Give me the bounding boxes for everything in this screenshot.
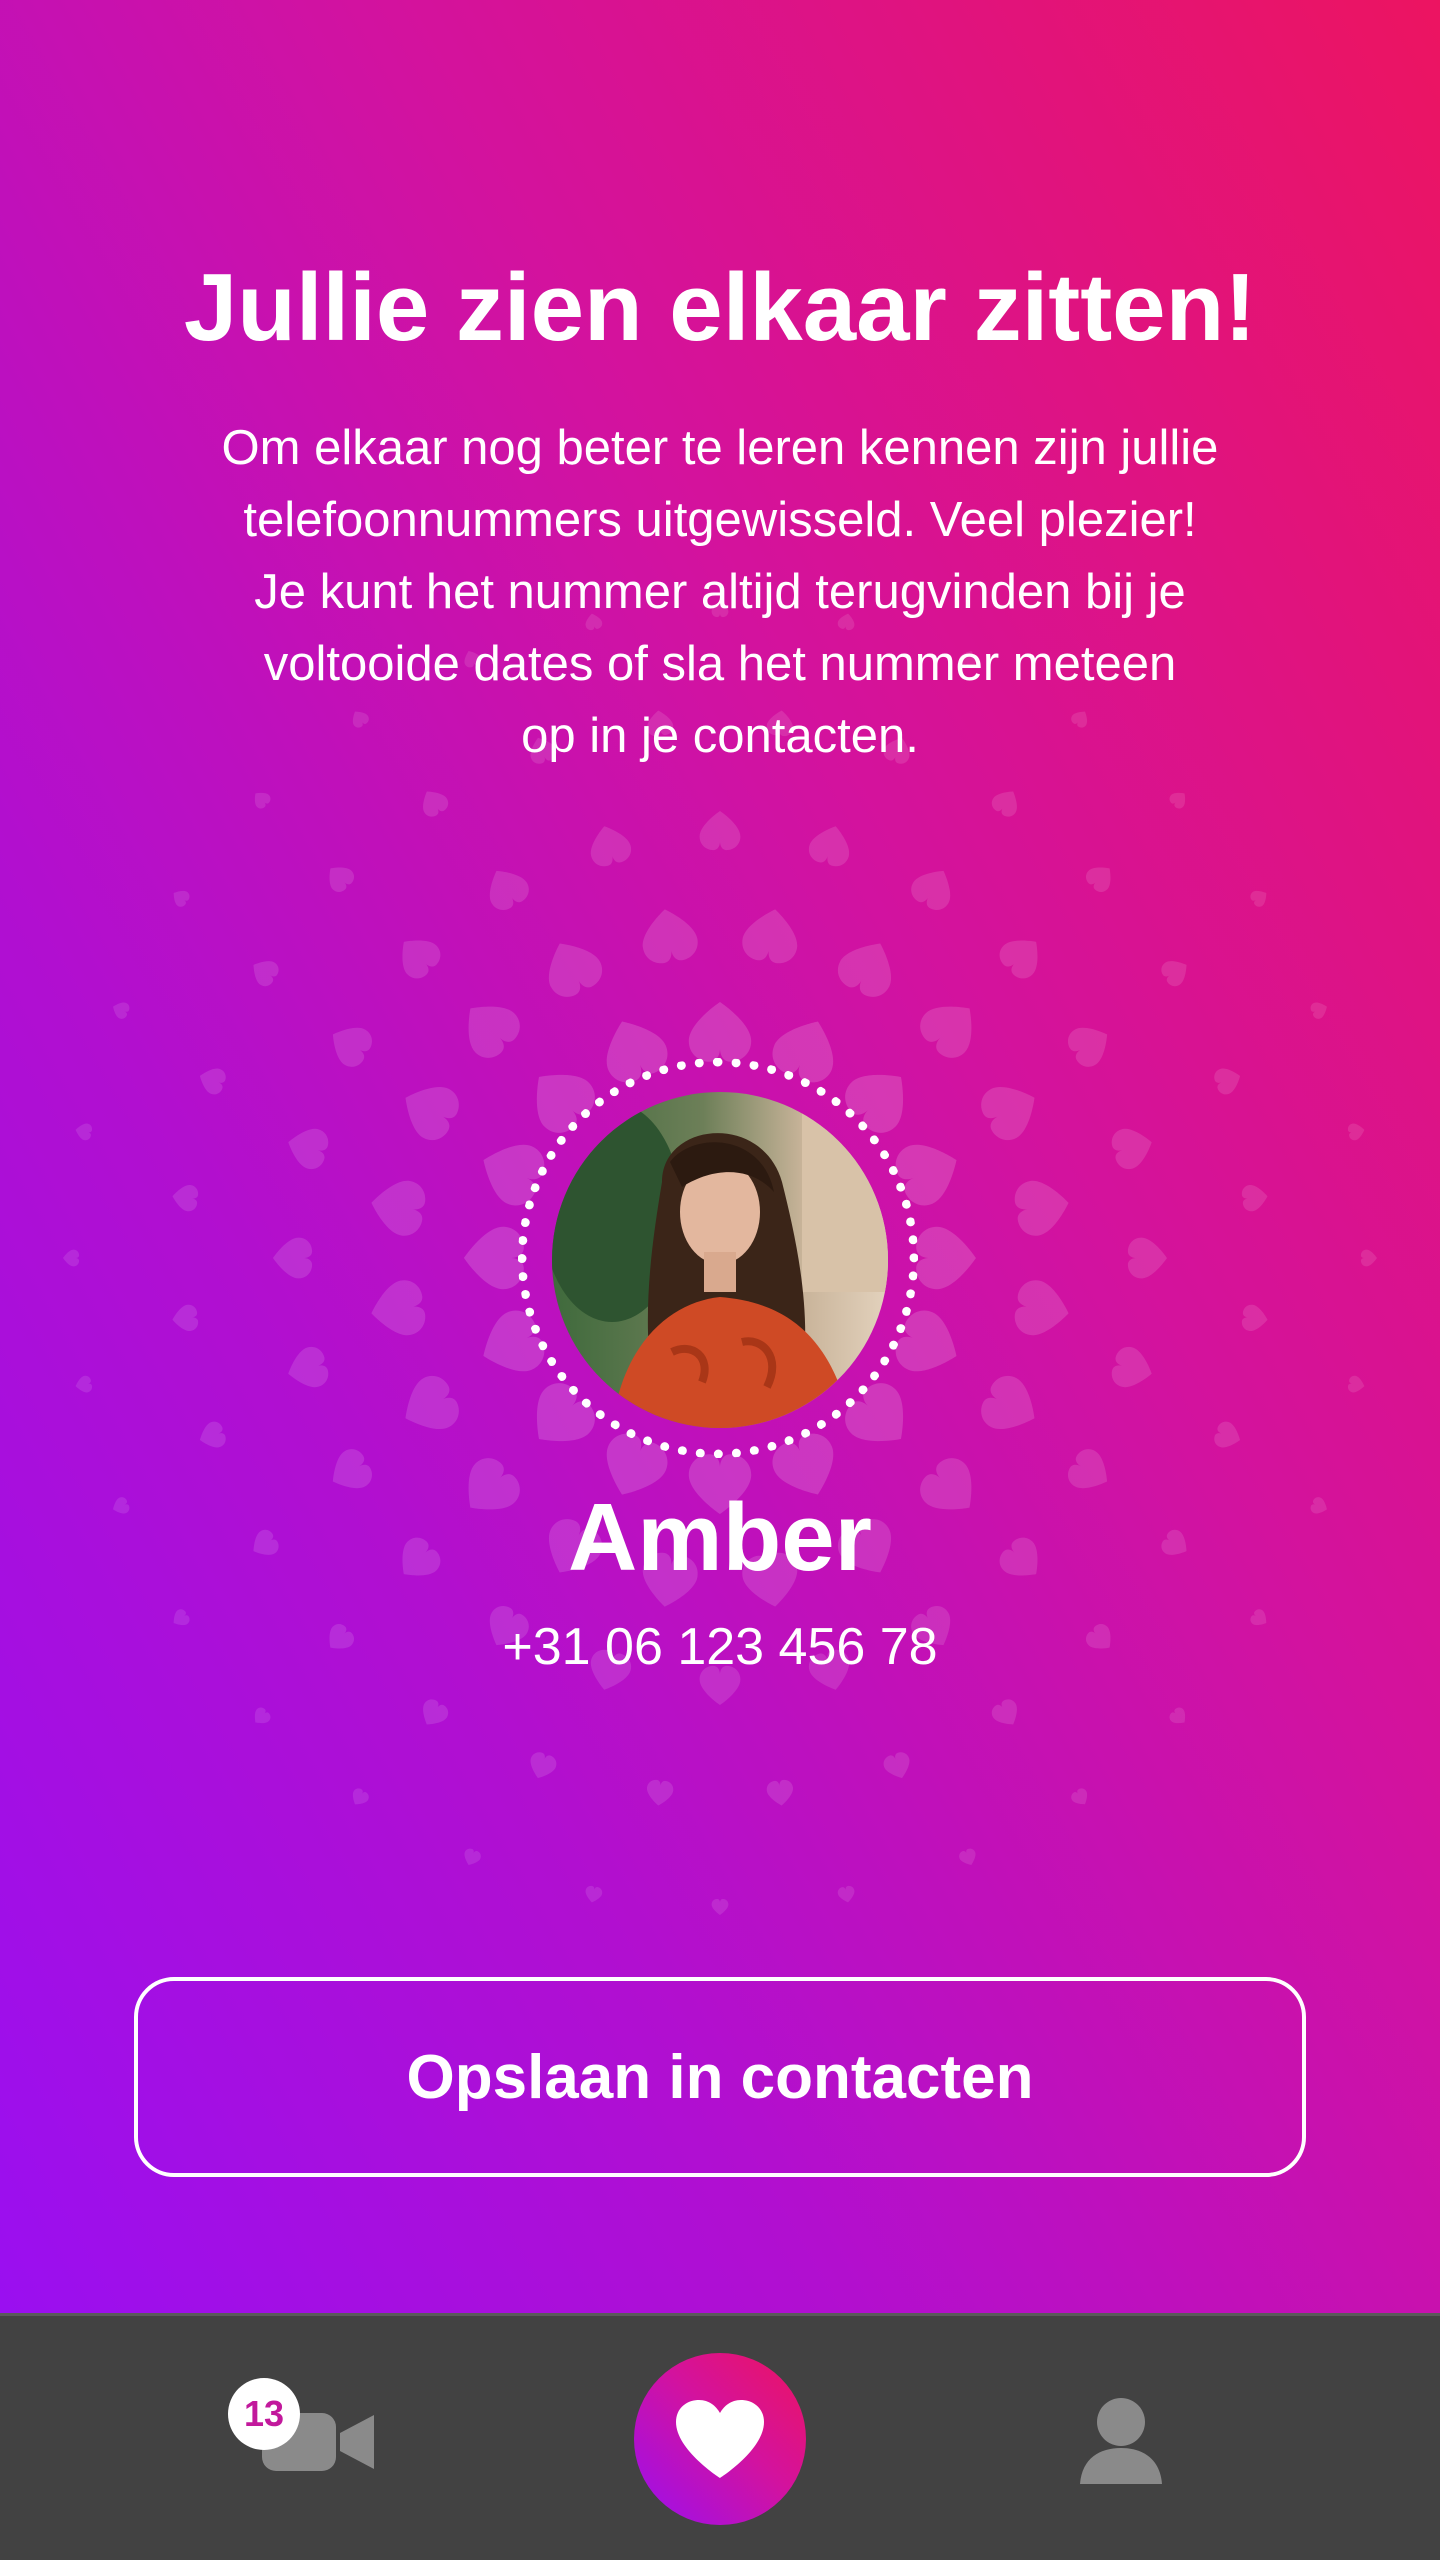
decorative-heart <box>199 1421 226 1448</box>
decorative-heart <box>489 870 529 910</box>
decorative-heart <box>1250 890 1267 907</box>
decorative-heart <box>63 1249 80 1267</box>
decorative-heart <box>371 1280 426 1336</box>
decorative-heart <box>352 1788 369 1805</box>
decorative-heart <box>423 791 449 817</box>
decorative-heart <box>371 1180 426 1236</box>
decorative-heart <box>1169 1707 1186 1724</box>
decorative-heart <box>288 1346 329 1388</box>
decorative-heart <box>1085 867 1111 893</box>
decorative-heart <box>254 792 271 809</box>
decorative-heart <box>464 1226 524 1290</box>
decorative-heart <box>920 1006 972 1058</box>
decorative-heart <box>75 1123 93 1141</box>
decorative-heart <box>991 1699 1017 1725</box>
decorative-heart <box>590 826 632 867</box>
decorative-heart <box>1068 1027 1108 1067</box>
decorative-heart <box>1161 961 1187 987</box>
decorative-heart <box>1111 1128 1152 1170</box>
page-title: Jullie zien elkaar zitten! <box>183 254 1257 361</box>
decorative-heart <box>742 909 798 964</box>
decorative-heart <box>173 890 190 907</box>
decorative-heart <box>642 909 698 964</box>
decorative-heart <box>1014 1280 1069 1336</box>
heart-icon <box>676 2400 764 2478</box>
decorative-heart <box>991 791 1017 817</box>
decorative-heart <box>646 1779 674 1806</box>
decorative-heart <box>254 1707 271 1724</box>
description-line: voltooide dates of sla het nummer meteen <box>263 637 1177 691</box>
decorative-heart <box>711 1898 729 1915</box>
decorative-heart <box>423 1699 449 1725</box>
decorative-heart <box>1241 1184 1268 1212</box>
decorative-heart <box>1214 1421 1241 1448</box>
decorative-heart <box>329 867 355 893</box>
decorative-heart <box>1360 1249 1377 1267</box>
match-description: Om elkaar nog beter te leren kennen zijn… <box>120 412 1320 772</box>
decorative-heart <box>199 1068 226 1095</box>
decorative-heart <box>837 1885 855 1903</box>
decorative-heart <box>1169 792 1186 809</box>
decorative-heart <box>468 1006 520 1058</box>
decorative-heart <box>585 1885 603 1903</box>
description-line: telefoonnummers uitgewisseld. Veel plezi… <box>243 493 1197 547</box>
decorative-heart <box>1347 1123 1365 1141</box>
decorative-heart <box>981 1087 1035 1141</box>
decorative-heart <box>272 1237 313 1279</box>
match-name: Amber <box>567 1484 873 1591</box>
decorative-heart <box>549 943 603 997</box>
decorative-heart <box>916 1226 976 1290</box>
decorative-heart <box>172 1304 199 1332</box>
description-line: op in je contacten. <box>521 709 919 763</box>
decorative-heart <box>1347 1375 1365 1393</box>
decorative-heart <box>332 1027 372 1067</box>
decorative-heart <box>981 1375 1035 1429</box>
decorative-heart <box>113 1002 130 1019</box>
decorative-heart <box>699 811 741 851</box>
decorative-heart <box>253 961 279 987</box>
matches-heart-button[interactable] <box>634 2353 806 2525</box>
decorative-heart <box>911 870 951 910</box>
profile-icon[interactable] <box>1080 2398 1162 2484</box>
decorative-heart <box>959 1848 976 1865</box>
bottom-navigation-bar: 13 <box>0 2313 1440 2560</box>
decorative-heart <box>1071 1788 1088 1805</box>
decorative-heart <box>883 1752 910 1779</box>
description-line: Om elkaar nog beter te leren kennen zijn… <box>221 421 1219 475</box>
decorative-heart <box>530 1752 557 1779</box>
decorative-heart <box>1310 1002 1327 1019</box>
decorative-heart <box>1241 1304 1268 1332</box>
match-phone-number: +31 06 123 456 78 <box>502 1618 938 1676</box>
notification-badge: 13 <box>228 2378 300 2450</box>
decorative-heart <box>766 1779 794 1806</box>
avatar <box>552 1092 888 1428</box>
save-to-contacts-button[interactable]: Opslaan in contacten <box>134 1977 1306 2177</box>
decorative-heart <box>837 943 891 997</box>
decorative-heart <box>405 1375 459 1429</box>
decorative-heart <box>172 1184 199 1212</box>
decorative-heart <box>464 1848 481 1865</box>
decorative-heart <box>402 940 441 979</box>
decorative-heart <box>688 1002 752 1062</box>
decorative-heart <box>288 1128 329 1170</box>
decorative-heart <box>1014 1180 1069 1236</box>
decorative-heart <box>1127 1237 1168 1279</box>
decorative-heart <box>808 826 850 867</box>
description-line: Je kunt het nummer altijd terugvinden bi… <box>254 565 1186 619</box>
decorative-heart <box>1214 1068 1241 1095</box>
decorative-heart <box>1111 1346 1152 1388</box>
decorative-heart <box>75 1375 93 1393</box>
decorative-heart <box>405 1087 459 1141</box>
decorative-heart <box>999 940 1038 979</box>
